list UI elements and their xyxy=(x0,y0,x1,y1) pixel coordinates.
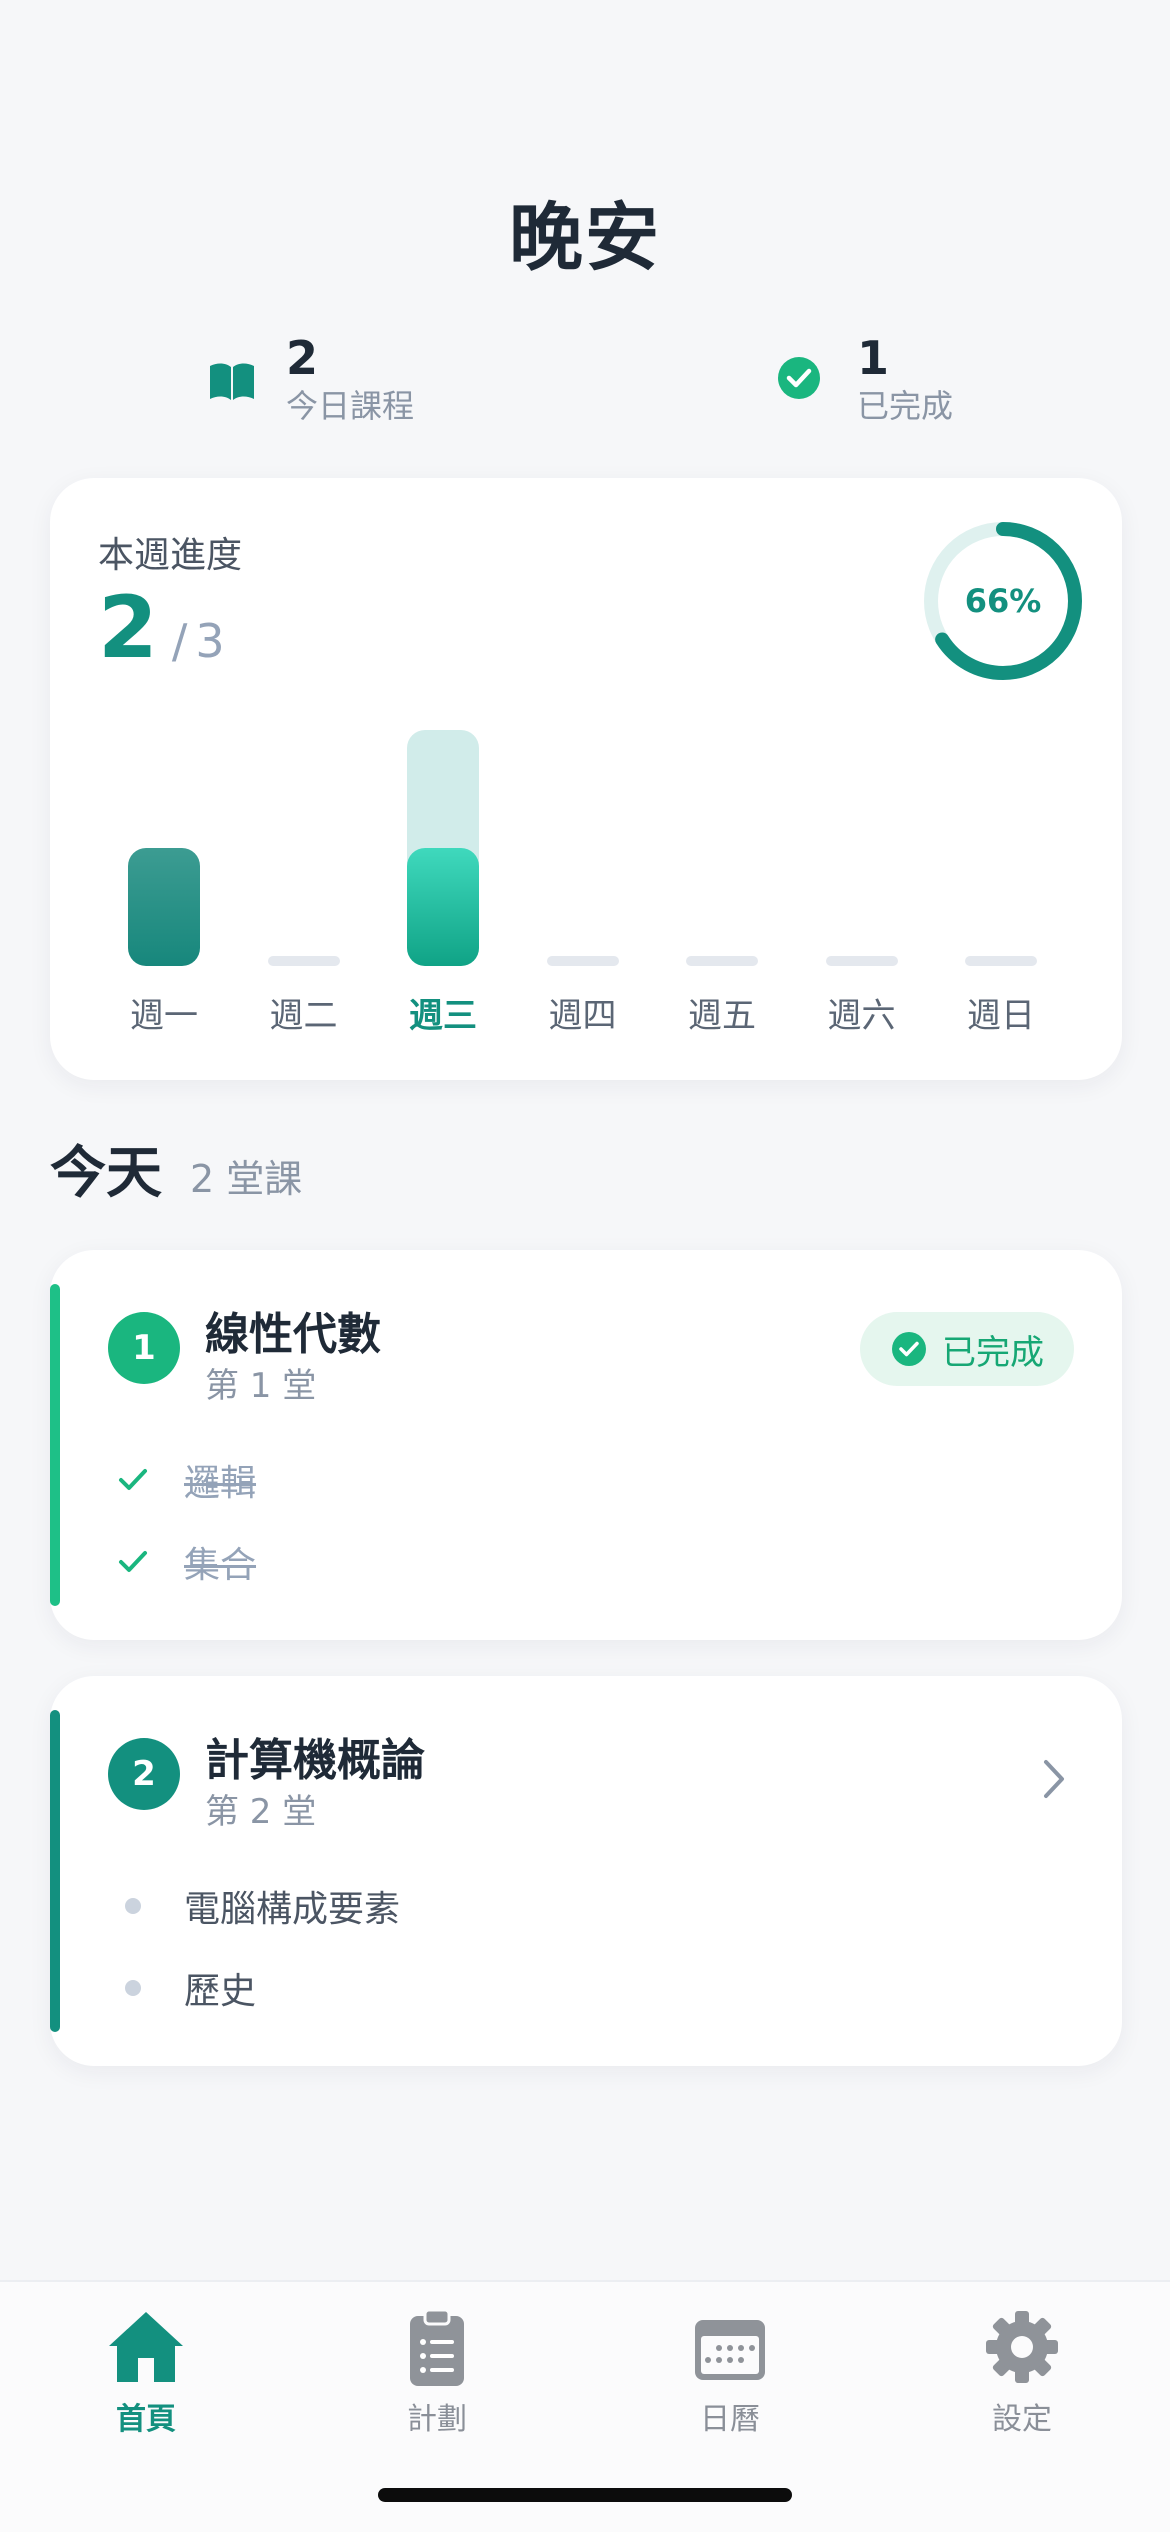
clipboard-icon xyxy=(410,2308,464,2386)
tab-label: 設定 xyxy=(992,2402,1052,2437)
completed-value: 1 xyxy=(857,331,890,385)
today-courses-stat: 2 今日課程 xyxy=(204,330,414,426)
bar-completed-週三 xyxy=(407,848,479,966)
course-card-intro-computer-science[interactable]: 2 計算機概論 第 2 堂 電腦構成要素 歷史 xyxy=(50,1676,1122,2066)
completed-label: 已完成 xyxy=(857,387,954,425)
topic-label: 集合 xyxy=(184,1545,257,1586)
book-icon xyxy=(210,363,254,400)
today-count: 2 堂課 xyxy=(190,1157,303,1201)
tab-label: 首頁 xyxy=(116,2402,176,2437)
bar-empty-週五 xyxy=(686,956,758,966)
greeting-title: 晚安 xyxy=(509,195,661,281)
gear-icon xyxy=(986,2311,1058,2383)
bar-empty-週二 xyxy=(267,956,340,966)
course-card-linear-algebra[interactable]: 1 線性代數 第 1 堂 已完成 邏輯 集合 xyxy=(50,1250,1122,1640)
chevron-right-icon[interactable] xyxy=(1034,1754,1074,1804)
day-label: 週一 xyxy=(130,996,198,1036)
course-name: 計算機概論 xyxy=(205,1735,425,1786)
home-icon xyxy=(109,2312,183,2382)
calendar-icon xyxy=(695,2320,765,2380)
topic-label: 電腦構成要素 xyxy=(184,1889,401,1930)
checkmark-icon xyxy=(119,1551,147,1572)
tab-plan[interactable]: 計劃 xyxy=(347,2302,527,2438)
bullet-dot xyxy=(125,1980,141,1996)
tab-label: 日曆 xyxy=(700,2402,760,2437)
topic-item: 邏輯 xyxy=(108,1454,256,1506)
topic-label: 歷史 xyxy=(184,1971,257,2012)
home-indicator xyxy=(378,2488,792,2502)
course-name: 線性代數 xyxy=(205,1309,381,1360)
tab-calendar[interactable]: 日曆 xyxy=(640,2302,820,2438)
completed-badge-label: 已完成 xyxy=(942,1332,1044,1373)
topic-item: 電腦構成要素 xyxy=(108,1880,400,1932)
today-title: 今天 xyxy=(50,1141,162,1206)
today-header: 今天 2 堂課 xyxy=(50,1128,302,1209)
completed-stat: 1 已完成 xyxy=(775,330,953,426)
bar-completed-週一 xyxy=(128,848,200,966)
course-number-badge: 2 xyxy=(108,1738,180,1810)
course-session: 第 1 堂 xyxy=(205,1366,317,1406)
course-session: 第 2 堂 xyxy=(205,1792,317,1832)
check-circle-icon xyxy=(778,357,820,399)
course-number-badge: 1 xyxy=(108,1312,180,1384)
bullet-dot xyxy=(125,1898,141,1914)
check-circle-icon xyxy=(892,1332,926,1366)
tab-settings[interactable]: 設定 xyxy=(932,2302,1112,2438)
course-accent-bar xyxy=(50,1710,60,2032)
topic-item: 歷史 xyxy=(108,1962,256,2014)
course-accent-bar xyxy=(50,1284,60,1606)
day-label: 週六 xyxy=(827,996,896,1036)
today-courses-value: 2 xyxy=(286,331,319,385)
weekly-bar-chart: 週一 週二 週三 週四 週五 週六 週日 xyxy=(50,478,1122,1080)
today-courses-label: 今日課程 xyxy=(286,387,415,425)
bar-empty-週六 xyxy=(825,956,898,966)
bar-empty-週四 xyxy=(546,956,619,966)
tab-home[interactable]: 首頁 xyxy=(56,2302,236,2438)
day-label: 週二 xyxy=(269,996,338,1036)
bar-empty-週日 xyxy=(965,956,1037,966)
checkmark-icon xyxy=(119,1469,147,1490)
weekly-progress-card: 本週進度 2 / 3 66% 週一 週二 週三 週四 週五 週六 週日 xyxy=(50,478,1122,1080)
day-label: 週日 xyxy=(967,996,1035,1036)
completed-badge: 已完成 xyxy=(860,1312,1074,1386)
topic-label: 邏輯 xyxy=(184,1463,257,1504)
tab-label: 計劃 xyxy=(407,2402,467,2437)
topic-item: 集合 xyxy=(108,1536,256,1588)
day-label: 週四 xyxy=(548,996,617,1036)
day-label: 週五 xyxy=(688,996,756,1036)
day-label: 週三 xyxy=(409,996,477,1036)
